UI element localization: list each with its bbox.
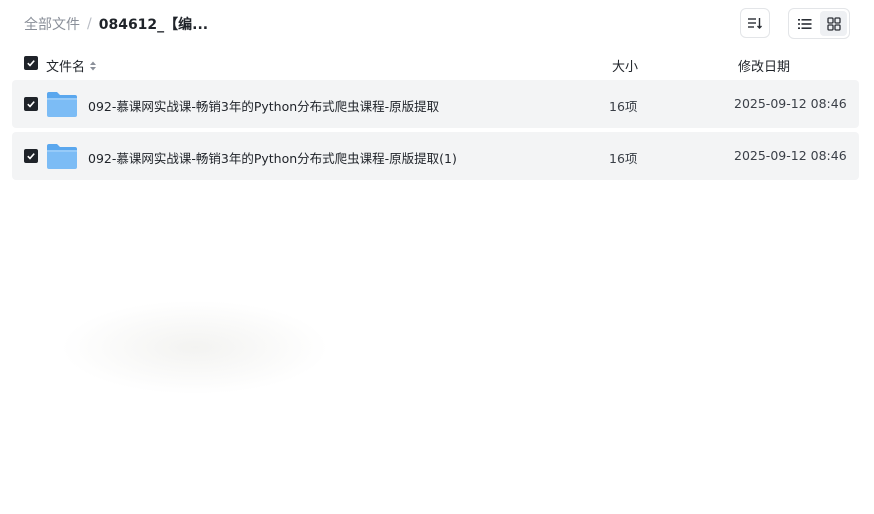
breadcrumb-current: 084612_【编... [98,17,209,33]
check-icon [27,153,35,160]
row-size: 16项 [609,151,638,166]
table-row[interactable]: 092-慕课网实战课-畅销3年的Python分布式爬虫课程-原版提取(1) 16… [12,132,859,180]
grid-view-button[interactable] [820,11,847,36]
check-icon [27,101,35,108]
date-column-header[interactable]: 修改日期 [738,56,790,75]
grid-view-icon [826,16,841,31]
sort-list-icon [748,18,762,29]
select-all-checkbox[interactable] [24,56,38,70]
list-view-button[interactable] [791,11,818,36]
drag-shadow [60,300,330,395]
row-checkbox[interactable] [24,149,38,163]
folder-icon [47,144,77,169]
folder-icon [47,92,77,117]
size-column-header[interactable]: 大小 [612,56,638,75]
name-column-label: 文件名 [46,60,86,75]
view-toggle [788,8,850,39]
breadcrumb-separator: / [87,16,92,32]
row-name-link[interactable]: 092-慕课网实战课-畅销3年的Python分布式爬虫课程-原版提取 [88,96,439,115]
sort-button[interactable] [740,8,770,38]
file-browser: 全部文件 / 084612_【编... 文件名 大小 修改日期 092-慕课网实… [0,0,874,514]
table-header: 文件名 大小 修改日期 [0,52,874,76]
breadcrumb: 全部文件 / 084612_【编... [24,14,208,34]
row-name-link[interactable]: 092-慕课网实战课-畅销3年的Python分布式爬虫课程-原版提取(1) [88,148,457,167]
row-checkbox[interactable] [24,97,38,111]
name-column-header[interactable]: 文件名 [46,56,98,75]
breadcrumb-root-link[interactable]: 全部文件 [24,14,80,34]
row-size: 16项 [609,99,638,114]
check-icon [27,60,35,67]
list-view-icon [797,18,811,29]
table-row[interactable]: 092-慕课网实战课-畅销3年的Python分布式爬虫课程-原版提取 16项 2… [12,80,859,128]
row-date: 2025-09-12 08:46 [734,148,847,163]
sort-toggle-icon [90,61,97,70]
row-date: 2025-09-12 08:46 [734,96,847,111]
